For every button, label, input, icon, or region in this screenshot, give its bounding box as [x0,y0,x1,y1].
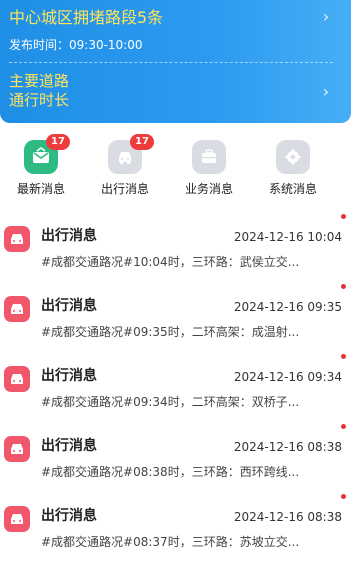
tab-label: 业务消息 [184,182,233,196]
car-icon [4,296,30,322]
message-title: 出行消息 [41,298,97,314]
congestion-link[interactable]: 中心城区拥堵路段5条 › [9,7,331,29]
road-duration-line2: 通行时长 [9,91,70,109]
car-icon [4,226,30,252]
gear-icon [276,140,310,174]
message-time: 2024-12-16 10:04 [233,230,342,244]
list-item[interactable]: 出行消息 2024-12-16 08:38 #成都交通路况#08:38时，三环路… [0,422,351,492]
mail-icon: 17 [24,134,70,174]
unread-dot [341,354,346,359]
unread-dot [341,284,346,289]
car-icon [4,436,30,462]
list-item[interactable]: 出行消息 2024-12-16 09:35 #成都交通路况#09:35时，二环高… [0,282,351,352]
message-title: 出行消息 [41,438,97,454]
tab-travel-messages[interactable]: 17 出行消息 [92,134,158,196]
message-time: 2024-12-16 08:38 [233,510,342,524]
message-preview: #成都交通路况#08:37时，三环路：苏坡立交... [41,535,300,549]
tab-label: 系统消息 [268,182,317,196]
road-duration-title: 主要道路 通行时长 [9,72,129,110]
unread-dot [341,214,346,219]
message-title: 出行消息 [41,228,97,244]
chevron-right-icon: › [322,82,330,101]
car-icon: 17 [108,134,154,174]
unread-badge: 17 [46,134,70,150]
message-preview: #成都交通路况#09:34时，二环高架：双桥子... [41,395,300,409]
congestion-banner: 中心城区拥堵路段5条 › 发布时间：09:30-10:00 主要道路 通行时长 … [0,0,351,123]
list-item[interactable]: 出行消息 2024-12-16 09:34 #成都交通路况#09:34时，二环高… [0,352,351,422]
list-item[interactable]: 出行消息 2024-12-16 08:38 #成都交通路况#08:37时，三环路… [0,492,351,562]
message-preview: #成都交通路况#10:04时，三环路：武侯立交... [41,255,300,269]
message-preview: #成都交通路况#09:35时，二环高架：成温射... [41,325,300,339]
congestion-title: 中心城区拥堵路段5条 [9,8,164,27]
message-time: 2024-12-16 08:38 [233,440,342,454]
unread-dot [341,424,346,429]
car-icon [4,366,30,392]
message-time: 2024-12-16 09:34 [233,370,342,384]
tab-label: 出行消息 [100,182,149,196]
unread-dot [341,494,346,499]
message-preview: #成都交通路况#08:38时，三环路：西环跨线... [41,465,300,479]
message-categories: 17 最新消息 17 出行消息 业务消息 系统消息 [0,134,351,200]
message-time: 2024-12-16 09:35 [233,300,342,314]
list-item[interactable]: 出行消息 2024-12-16 10:04 #成都交通路况#10:04时，三环路… [0,212,351,282]
road-duration-line1: 主要道路 [9,72,70,90]
road-duration-link[interactable]: 主要道路 通行时长 › [9,72,331,112]
tab-label: 最新消息 [16,182,65,196]
unread-badge: 17 [130,134,154,150]
tab-latest-messages[interactable]: 17 最新消息 [8,134,74,196]
tab-business-messages[interactable]: 业务消息 [176,140,242,196]
banner-divider [9,62,333,63]
chevron-right-icon: › [322,7,330,26]
tab-system-messages[interactable]: 系统消息 [260,140,326,196]
message-title: 出行消息 [41,368,97,384]
message-title: 出行消息 [41,508,97,524]
publish-time: 发布时间：09:30-10:00 [9,38,143,52]
car-icon [4,506,30,532]
briefcase-icon [192,140,226,174]
